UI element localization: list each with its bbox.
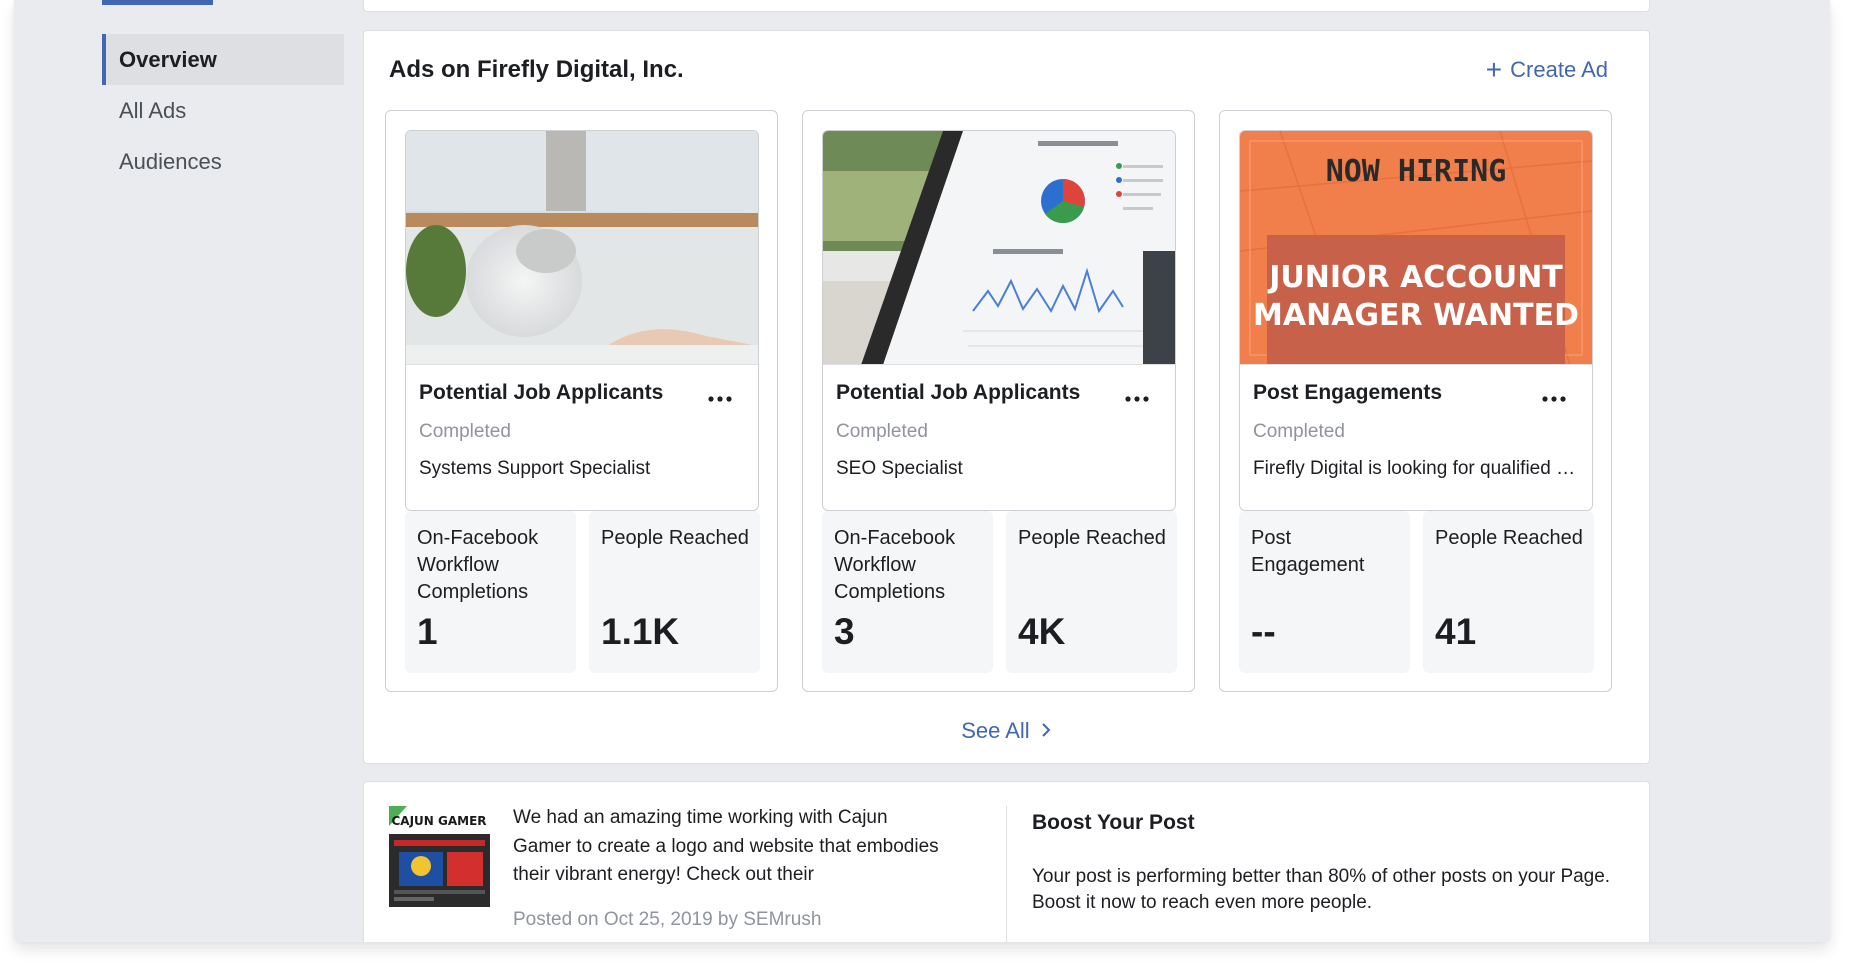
ad-name: Potential Job Applicants — [836, 381, 1081, 404]
ad-status: Completed — [1253, 421, 1345, 442]
ad-name: Post Engagements — [1253, 381, 1443, 404]
ad-name: Potential Job Applicants — [419, 381, 664, 404]
ads-card: Ads on Firefly Digital, Inc. + Create Ad — [363, 30, 1650, 764]
laptop-photo — [406, 131, 758, 365]
create-ad-button[interactable]: + Create Ad — [1485, 54, 1608, 85]
create-ad-label: Create Ad — [1510, 57, 1608, 82]
sidebar-nav: Overview All Ads Audiences — [102, 34, 344, 187]
boost-text: Your post is performing better than 80% … — [1032, 866, 1611, 913]
sidebar-item-all-ads[interactable]: All Ads — [102, 85, 344, 136]
sidebar-item-overview[interactable]: Overview — [102, 34, 344, 85]
metric-value: 41 — [1435, 611, 1477, 652]
more-options-icon[interactable] — [706, 393, 734, 405]
metric-label: People Reached — [1018, 527, 1166, 549]
more-options-icon[interactable] — [1123, 393, 1151, 405]
ad-preview[interactable]: Potential Job Applicants Completed SEO S… — [822, 130, 1176, 511]
previous-card-edge — [363, 0, 1650, 12]
metric-tile: Post Engagement -- — [1239, 511, 1410, 673]
post-text: We had an amazing time working with Caju… — [513, 807, 939, 885]
boost-title: Boost Your Post — [1032, 811, 1195, 834]
ad-card: Potential Job Applicants Completed Syste… — [385, 110, 778, 692]
metric-tile: On-Facebook Workflow Completions 1 — [405, 511, 576, 673]
chevron-right-icon — [1036, 718, 1052, 744]
ad-preview[interactable]: NOW HIRING JUNIOR ACCOUNT MANAGER WANTED… — [1239, 130, 1593, 511]
job-title-line-1: JUNIOR ACCOUNT — [1267, 260, 1563, 295]
ads-section-title: Ads on Firefly Digital, Inc. — [389, 56, 684, 83]
divider — [1006, 806, 1007, 942]
metric-value: 4K — [1018, 611, 1066, 652]
ad-description: Systems Support Specialist — [419, 458, 651, 479]
ad-status: Completed — [419, 421, 511, 442]
metric-tile: People Reached 41 — [1423, 511, 1594, 673]
sidebar-item-audiences[interactable]: Audiences — [102, 136, 344, 187]
metric-label: On-Facebook Workflow Completions — [834, 527, 956, 603]
more-options-icon[interactable] — [1540, 393, 1568, 405]
analytics-tablet-photo — [823, 131, 1175, 365]
thumbnail-brand-text: CAJUN GAMER — [391, 814, 486, 828]
metric-label: On-Facebook Workflow Completions — [417, 527, 539, 603]
ad-description: Firefly Digital is looking for qualified… — [1253, 458, 1578, 479]
metric-value: 1 — [417, 611, 438, 652]
see-all-label: See All — [961, 718, 1030, 743]
post-thumbnail[interactable]: CAJUN GAMER — [389, 806, 490, 907]
plus-icon: + — [1485, 54, 1503, 85]
metric-value: -- — [1251, 611, 1276, 652]
post-meta: Posted on Oct 25, 2019 by SEMrush — [513, 909, 822, 930]
post-boost-card: CAJUN GAMER We had an amazing time worki… — [363, 781, 1650, 942]
ad-preview[interactable]: Potential Job Applicants Completed Syste… — [405, 130, 759, 511]
app-frame: Overview All Ads Audiences Ads on Firefl… — [14, 0, 1830, 942]
metric-label: People Reached — [1435, 527, 1583, 549]
ad-status: Completed — [836, 421, 928, 442]
now-hiring-graphic: NOW HIRING JUNIOR ACCOUNT MANAGER WANTED — [1240, 131, 1592, 365]
metric-value: 1.1K — [601, 611, 680, 652]
ad-description: SEO Specialist — [836, 458, 963, 479]
metric-tile: People Reached 1.1K — [589, 511, 760, 673]
metric-label: People Reached — [601, 527, 749, 549]
metric-tile: On-Facebook Workflow Completions 3 — [822, 511, 993, 673]
job-title-line-2: MANAGER WANTED — [1253, 298, 1579, 333]
metric-value: 3 — [834, 611, 855, 652]
now-hiring-headline: NOW HIRING — [1326, 154, 1507, 189]
metric-label: Post Engagement — [1251, 527, 1365, 576]
ad-card: NOW HIRING JUNIOR ACCOUNT MANAGER WANTED… — [1219, 110, 1612, 692]
metric-tile: People Reached 4K — [1006, 511, 1177, 673]
ad-card: Potential Job Applicants Completed SEO S… — [802, 110, 1195, 692]
see-all-link[interactable]: See All — [364, 718, 1649, 744]
active-tab-indicator — [102, 0, 213, 5]
